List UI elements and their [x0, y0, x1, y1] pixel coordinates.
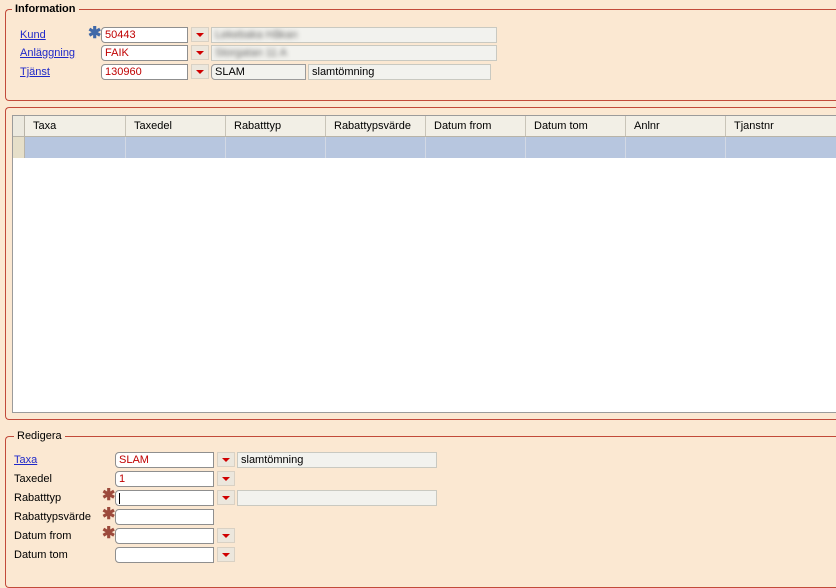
taxedel-label: Taxedel [14, 473, 52, 485]
grid-col-tjanstnr[interactable]: Tjanstnr [726, 116, 836, 136]
table-cell[interactable] [326, 137, 426, 158]
table-cell[interactable] [25, 137, 126, 158]
row-selector[interactable] [13, 137, 25, 158]
rabatt-grid[interactable]: Taxa Taxedel Rabatttyp Rabattypsvärde Da… [12, 115, 836, 413]
information-title: Information [12, 3, 79, 16]
kund-name-field: Lekebaka Håkan [211, 27, 497, 43]
kund-dropdown-button[interactable] [191, 27, 209, 42]
grid-col-anlnr[interactable]: Anlnr [626, 116, 726, 136]
tjanst-code-field: SLAM [211, 64, 306, 80]
table-cell[interactable] [526, 137, 626, 158]
kund-name-text: Lekebaka Håkan [215, 29, 298, 41]
grid-col-taxa[interactable]: Taxa [25, 116, 126, 136]
grid-col-rabatttyp[interactable]: Rabatttyp [226, 116, 326, 136]
anlaggning-name-text: Storgatan 11 A [215, 47, 287, 59]
datum-tom-dropdown-button[interactable] [217, 547, 235, 562]
datum-tom-label: Datum tom [14, 549, 68, 561]
grid-col-rabattypsvarde[interactable]: Rabattypsvärde [326, 116, 426, 136]
taxa-description-field: slamtömning [237, 452, 437, 468]
table-cell[interactable] [226, 137, 326, 158]
datum-tom-input[interactable] [115, 547, 214, 563]
anlaggning-link[interactable]: Anläggning [20, 47, 75, 59]
grid-corner [13, 116, 25, 136]
datum-from-input[interactable] [115, 528, 214, 544]
required-star-icon: ✱ [102, 525, 116, 542]
table-row[interactable] [13, 137, 836, 158]
redigera-title: Redigera [14, 430, 65, 443]
tjanst-description-field: slamtömning [308, 64, 491, 80]
kund-input[interactable]: 50443 [101, 27, 188, 43]
required-star-icon: ✱ [88, 25, 102, 42]
rabattypsvarde-input[interactable] [115, 509, 214, 525]
table-cell[interactable] [126, 137, 226, 158]
table-cell[interactable] [626, 137, 726, 158]
grid-header: Taxa Taxedel Rabatttyp Rabattypsvärde Da… [13, 116, 836, 137]
rabatttyp-input[interactable] [115, 490, 214, 506]
table-cell[interactable] [426, 137, 526, 158]
tjanst-input[interactable]: 130960 [101, 64, 188, 80]
rabatttyp-dropdown-button[interactable] [217, 490, 235, 505]
taxedel-dropdown-button[interactable] [217, 471, 235, 486]
grid-col-datum-from[interactable]: Datum from [426, 116, 526, 136]
grid-col-taxedel[interactable]: Taxedel [126, 116, 226, 136]
text-caret [119, 493, 120, 504]
taxedel-input[interactable]: 1 [115, 471, 214, 487]
required-star-icon: ✱ [102, 487, 116, 504]
rabatttyp-description-field [237, 490, 437, 506]
datum-from-label: Datum from [14, 530, 72, 542]
anlaggning-input[interactable]: FAIK [101, 45, 188, 61]
tjanst-link[interactable]: Tjänst [20, 66, 50, 78]
tjanst-dropdown-button[interactable] [191, 64, 209, 79]
required-star-icon: ✱ [102, 506, 116, 523]
datum-from-dropdown-button[interactable] [217, 528, 235, 543]
taxa-input[interactable]: SLAM [115, 452, 214, 468]
taxa-dropdown-button[interactable] [217, 452, 235, 467]
table-cell[interactable] [726, 137, 836, 158]
rabatttyp-label: Rabatttyp [14, 492, 62, 504]
grid-col-datum-tom[interactable]: Datum tom [526, 116, 626, 136]
anlaggning-name-field: Storgatan 11 A [211, 45, 497, 61]
anlaggning-dropdown-button[interactable] [191, 45, 209, 60]
taxa-link[interactable]: Taxa [14, 454, 37, 466]
rabattypsvarde-label: Rabattypsvärde [14, 511, 92, 523]
kund-link[interactable]: Kund [20, 29, 46, 41]
